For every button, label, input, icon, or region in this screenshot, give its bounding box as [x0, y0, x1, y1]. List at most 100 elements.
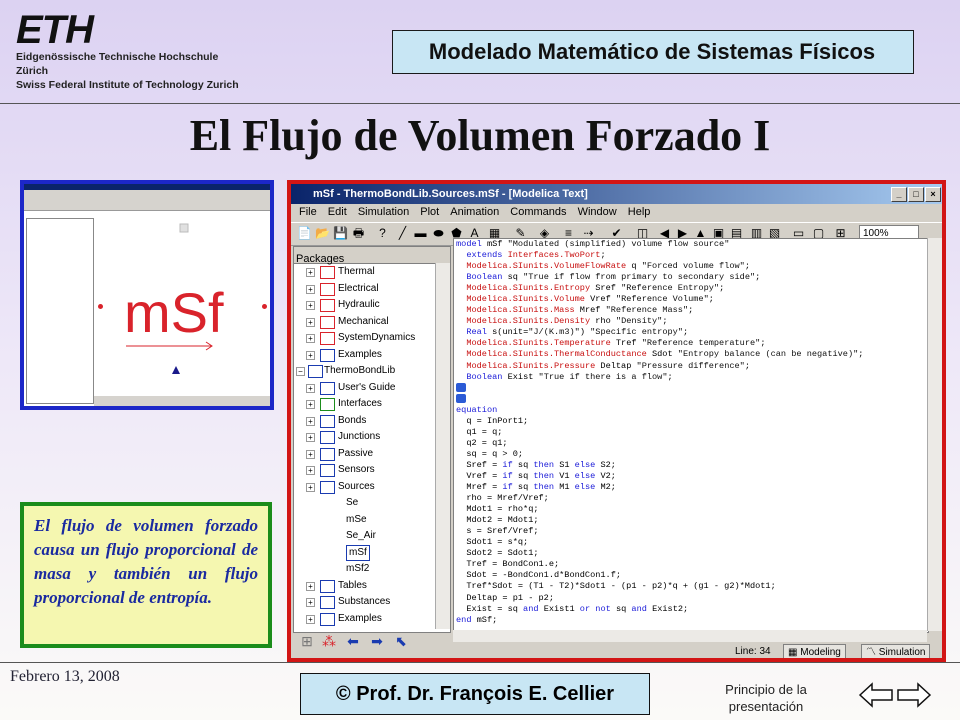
- expand-toggle-icon[interactable]: +: [306, 598, 315, 607]
- expand-toggle-icon[interactable]: +: [306, 482, 315, 492]
- package-tree-item[interactable]: + Sensors: [294, 462, 434, 478]
- code-line: Modelica.SIunits.VolumeFlowRate q "Force…: [466, 261, 751, 272]
- package-tree-item[interactable]: Se_Air: [294, 528, 434, 544]
- menu-commands[interactable]: Commands: [510, 206, 566, 218]
- package-tree-item[interactable]: + Electrical: [294, 281, 434, 297]
- package-icon: [320, 480, 335, 494]
- close-icon[interactable]: ×: [925, 187, 941, 202]
- save-icon[interactable]: 💾: [333, 226, 348, 241]
- annotation-marker-icon[interactable]: [456, 382, 466, 392]
- thumbnail-canvas: mSf: [94, 218, 270, 394]
- package-tree-item[interactable]: mSe: [294, 512, 434, 528]
- expand-toggle-icon[interactable]: +: [306, 317, 315, 327]
- previous-slide-icon[interactable]: [858, 682, 894, 708]
- package-tree-item[interactable]: + Substances: [294, 594, 434, 610]
- eth-logo-line1: Eidgenössische Technische Hochschule Zür…: [16, 51, 219, 77]
- expand-toggle-icon[interactable]: +: [306, 284, 315, 294]
- up-arrow-icon[interactable]: ⬉: [393, 633, 409, 649]
- modelica-text-editor[interactable]: model mSf "Modulated (simplified) volume…: [453, 238, 929, 633]
- home-link[interactable]: Principio de la presentación: [702, 681, 830, 715]
- package-browser-toolbar: ⊞ ⁂ ⬅ ➡ ⬉: [293, 631, 449, 651]
- forward-arrow-icon[interactable]: ➡: [369, 633, 385, 649]
- code-line: Boolean Exist "True if there is a flow";: [466, 371, 673, 382]
- package-tree-item[interactable]: Se: [294, 495, 434, 511]
- package-icon: [320, 299, 335, 312]
- menu-animation[interactable]: Animation: [450, 206, 499, 218]
- editor-vertical-scrollbar[interactable]: [927, 238, 942, 631]
- expand-toggle-icon[interactable]: +: [306, 268, 315, 277]
- next-slide-icon[interactable]: [896, 682, 932, 708]
- package-tree-label: mSf: [346, 544, 370, 561]
- package-tree-item[interactable]: + Interfaces: [294, 396, 434, 412]
- rectangle-icon[interactable]: ▬: [413, 226, 428, 241]
- editor-horizontal-scrollbar[interactable]: [453, 630, 927, 642]
- modeling-mode-button[interactable]: ▦ Modeling: [783, 644, 846, 658]
- course-title: Modelado Matemático de Sistemas Físicos: [428, 39, 876, 64]
- package-icon: [320, 282, 335, 296]
- code-line: Modelica.SIunits.Density rho "Density";: [466, 316, 668, 327]
- package-tree-scrollbar[interactable]: [435, 263, 450, 629]
- line-icon[interactable]: ╱: [395, 226, 410, 241]
- package-tree-item[interactable]: + Passive: [294, 446, 434, 462]
- code-line: extends Interfaces.TwoPort;: [466, 250, 606, 261]
- code-line: Modelica.SIunits.Volume Vref "Reference …: [466, 294, 714, 305]
- package-tree-item[interactable]: + Hydraulic: [294, 297, 434, 313]
- back-arrow-icon[interactable]: ⬅: [345, 633, 361, 649]
- eth-logo: ETH Eidgenössische Technische Hochschule…: [16, 10, 246, 91]
- package-icon: [320, 332, 335, 345]
- expand-toggle-icon[interactable]: +: [306, 433, 315, 442]
- package-icon: [320, 612, 335, 626]
- expand-toggle-icon[interactable]: +: [306, 383, 315, 393]
- line-indicator: Line: 34: [735, 642, 771, 658]
- ellipse-icon[interactable]: ⬬: [431, 226, 446, 241]
- library-icon[interactable]: ⁂: [321, 633, 337, 649]
- new-icon[interactable]: 📄: [297, 226, 312, 241]
- package-tree-item[interactable]: + Examples: [294, 347, 434, 363]
- package-tree-item[interactable]: + Mechanical: [294, 314, 434, 330]
- package-tree-item[interactable]: + Bonds: [294, 413, 434, 429]
- package-tree-item[interactable]: + Junctions: [294, 429, 434, 445]
- minimize-icon[interactable]: _: [891, 187, 907, 202]
- open-icon[interactable]: 📂: [315, 226, 330, 241]
- menu-edit[interactable]: Edit: [328, 206, 347, 218]
- package-tree-item[interactable]: + Tables: [294, 578, 434, 594]
- package-tree-item[interactable]: + Thermal: [294, 264, 434, 280]
- expand-toggle-icon[interactable]: +: [306, 301, 315, 310]
- annotation-marker-icon[interactable]: [456, 393, 466, 403]
- expand-toggle-icon[interactable]: +: [306, 449, 315, 459]
- print-icon[interactable]: 🖶: [351, 226, 366, 241]
- maximize-icon[interactable]: □: [908, 187, 924, 202]
- code-line: s = Sref/Vref;: [456, 526, 539, 537]
- expand-toggle-icon[interactable]: +: [306, 400, 315, 409]
- expand-toggle-icon[interactable]: +: [306, 416, 315, 426]
- package-tree-item[interactable]: + SystemDynamics: [294, 330, 434, 346]
- expand-toggle-icon[interactable]: +: [306, 614, 315, 624]
- package-tree-label: Interfaces: [338, 398, 382, 409]
- package-tree-item[interactable]: − ThermoBondLib: [294, 363, 434, 379]
- grid-icon[interactable]: ⊞: [299, 633, 315, 649]
- expand-toggle-icon[interactable]: +: [306, 334, 315, 343]
- expand-toggle-icon[interactable]: +: [306, 350, 315, 360]
- package-tree-item[interactable]: mSf2: [294, 561, 434, 577]
- package-tree-item[interactable]: + Sources: [294, 479, 434, 495]
- expand-toggle-icon[interactable]: −: [296, 367, 305, 376]
- menubar: File Edit Simulation Plot Animation Comm…: [291, 204, 942, 221]
- package-icon: [320, 348, 335, 362]
- menu-window[interactable]: Window: [578, 206, 617, 218]
- menu-simulation[interactable]: Simulation: [358, 206, 409, 218]
- simulation-mode-button[interactable]: 〽 Simulation: [861, 644, 931, 658]
- package-tree-label: Bonds: [338, 414, 367, 426]
- help-pointer-icon[interactable]: ?: [375, 226, 390, 241]
- package-tree-item[interactable]: + Examples: [294, 611, 434, 627]
- expand-toggle-icon[interactable]: +: [306, 466, 315, 475]
- menu-plot[interactable]: Plot: [420, 206, 439, 218]
- package-tree-item[interactable]: mSf: [294, 544, 434, 561]
- slide-date: Febrero 13, 2008: [10, 668, 120, 685]
- expand-toggle-icon[interactable]: +: [306, 581, 315, 591]
- package-tree-label: Se: [346, 497, 359, 508]
- code-line: Mdot1 = rho*q;: [456, 504, 539, 515]
- menu-file[interactable]: File: [299, 206, 317, 218]
- line-value: 34: [759, 646, 771, 657]
- package-tree-item[interactable]: + User's Guide: [294, 380, 434, 396]
- menu-help[interactable]: Help: [628, 206, 651, 218]
